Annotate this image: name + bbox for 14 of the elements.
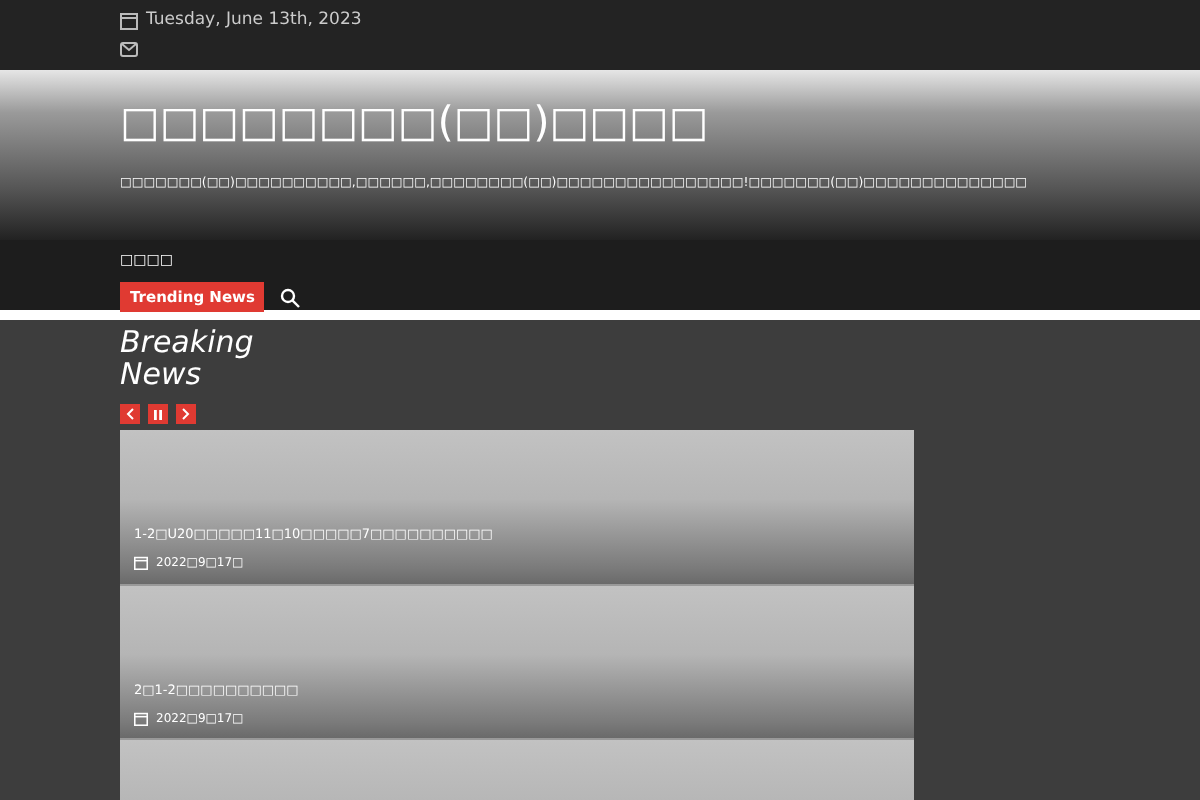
breaking-news-heading: Breaking News [120, 326, 256, 390]
pause-icon [154, 409, 162, 419]
chevron-right-icon [182, 408, 190, 420]
calendar-icon [134, 711, 148, 726]
search-icon[interactable] [280, 287, 301, 308]
calendar-icon [134, 555, 148, 570]
date-text: Tuesday, June 13th, 2023 [146, 8, 362, 34]
envelope-icon [120, 39, 138, 58]
chevron-left-icon [126, 408, 134, 420]
calendar-icon [120, 11, 138, 30]
previous-button[interactable] [120, 404, 140, 424]
pause-button[interactable] [148, 404, 168, 424]
site-title[interactable]: □□□□□□□□(□□)□□□□ [120, 94, 709, 153]
next-button[interactable] [176, 404, 196, 424]
